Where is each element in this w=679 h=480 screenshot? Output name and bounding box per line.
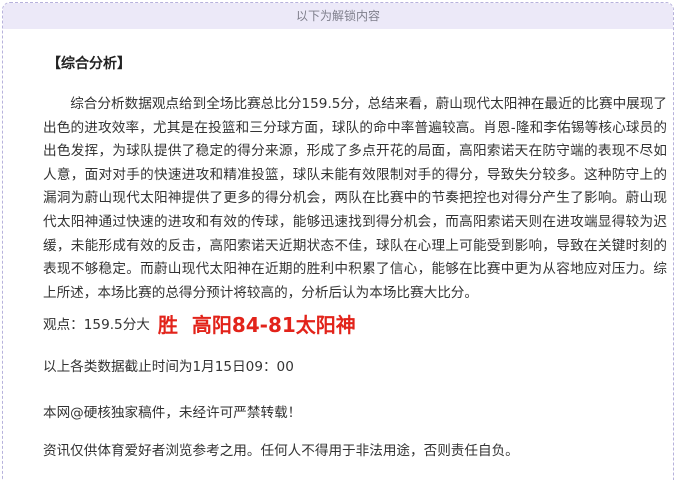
unlocked-content-card: 以下为解锁内容 【综合分析】 综合分析数据观点给到全场比赛总比分159.5分，总… — [2, 2, 674, 480]
section-title: 【综合分析】 — [47, 56, 131, 72]
verdict-label: 观点：159.5分大 — [43, 317, 150, 333]
data-deadline: 以上各类数据截止时间为1月15日09：00 — [43, 359, 294, 375]
disclaimer: 资讯仅供体育爱好者浏览参考之用。任何人不得用于非法用途，否则责任自负。 — [43, 443, 519, 459]
analysis-paragraph: 综合分析数据观点给到全场比赛总比分159.5分，总结来看，蔚山现代太阳神在最近的… — [43, 96, 667, 301]
verdict-line: 观点：159.5分大 胜 高阳84-81太阳神 — [43, 308, 356, 338]
verdict-result: 胜 高阳84-81太阳神 — [157, 312, 356, 337]
copyright-notice: 本网@硬核独家稿件，未经许可严禁转载！ — [43, 405, 302, 421]
unlock-banner: 以下为解锁内容 — [3, 3, 673, 29]
